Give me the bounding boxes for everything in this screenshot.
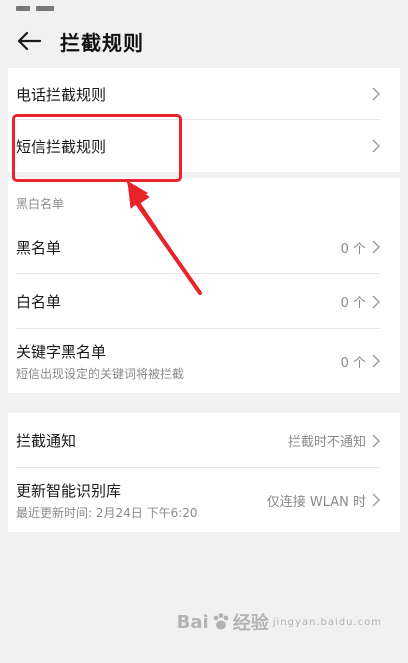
app-bar: 拦截规则 [0, 14, 408, 68]
signal-icon [16, 0, 76, 11]
watermark: Bai 经验 jingyan.baidu.com [177, 609, 382, 635]
notification-card: 拦截通知 拦截时不通知 更新智能识别库 最近更新时间: 2月24日 下午6:20… [8, 413, 400, 532]
item-subtitle: 最近更新时间: 2月24日 下午6:20 [16, 505, 198, 520]
keyword-blacklist-item[interactable]: 关键字黑名单 短信出现设定的关键词将被拦截 0 个 [8, 329, 400, 393]
item-count: 0 个 [340, 296, 366, 311]
chevron-right-icon [372, 434, 380, 447]
chevron-right-icon [372, 87, 380, 101]
back-button[interactable] [14, 26, 44, 56]
watermark-brand-left: Bai [176, 611, 209, 633]
update-recognition-db-item[interactable]: 更新智能识别库 最近更新时间: 2月24日 下午6:20 仅连接 WLAN 时 [8, 468, 400, 532]
item-label: 关键字黑名单 [16, 342, 107, 361]
black-white-list-card: 黑白名单 黑名单 0 个 白名单 0 个 关键字黑名单 短信出现设定的关键词将被… [8, 178, 400, 393]
intercept-notification-item[interactable]: 拦截通知 拦截时不通知 [8, 413, 400, 468]
item-subtitle: 短信出现设定的关键词将被拦截 [16, 366, 185, 381]
section-header: 黑白名单 [16, 197, 65, 211]
arrow-left-icon [17, 31, 41, 51]
item-value: 仅连接 WLAN 时 [266, 494, 366, 510]
paw-icon [213, 613, 229, 630]
blacklist-item[interactable]: 黑名单 0 个 [8, 220, 400, 274]
watermark-url: jingyan.baidu.com [272, 616, 382, 628]
chevron-right-icon [372, 240, 380, 254]
watermark-brand-right: 经验 [232, 613, 269, 634]
sms-intercept-rules-item[interactable]: 短信拦截规则 [8, 120, 400, 172]
item-label: 拦截通知 [16, 432, 77, 450]
intercept-rules-card: 电话拦截规则 短信拦截规则 [8, 68, 400, 172]
whitelist-item[interactable]: 白名单 0 个 [8, 274, 400, 329]
phone-intercept-rules-item[interactable]: 电话拦截规则 [8, 68, 400, 120]
chevron-right-icon [372, 139, 380, 153]
page-title: 拦截规则 [60, 30, 144, 55]
chevron-right-icon [372, 295, 380, 308]
status-bar [0, 0, 408, 14]
item-label: 短信拦截规则 [16, 137, 107, 156]
item-label: 黑名单 [16, 238, 62, 257]
item-label: 电话拦截规则 [16, 85, 107, 104]
chevron-right-icon [372, 493, 380, 507]
item-count: 0 个 [340, 355, 366, 371]
item-label: 白名单 [16, 293, 62, 311]
item-label: 更新智能识别库 [16, 481, 122, 500]
item-value: 拦截时不通知 [287, 435, 366, 450]
chevron-right-icon [372, 354, 380, 368]
item-count: 0 个 [340, 241, 366, 257]
